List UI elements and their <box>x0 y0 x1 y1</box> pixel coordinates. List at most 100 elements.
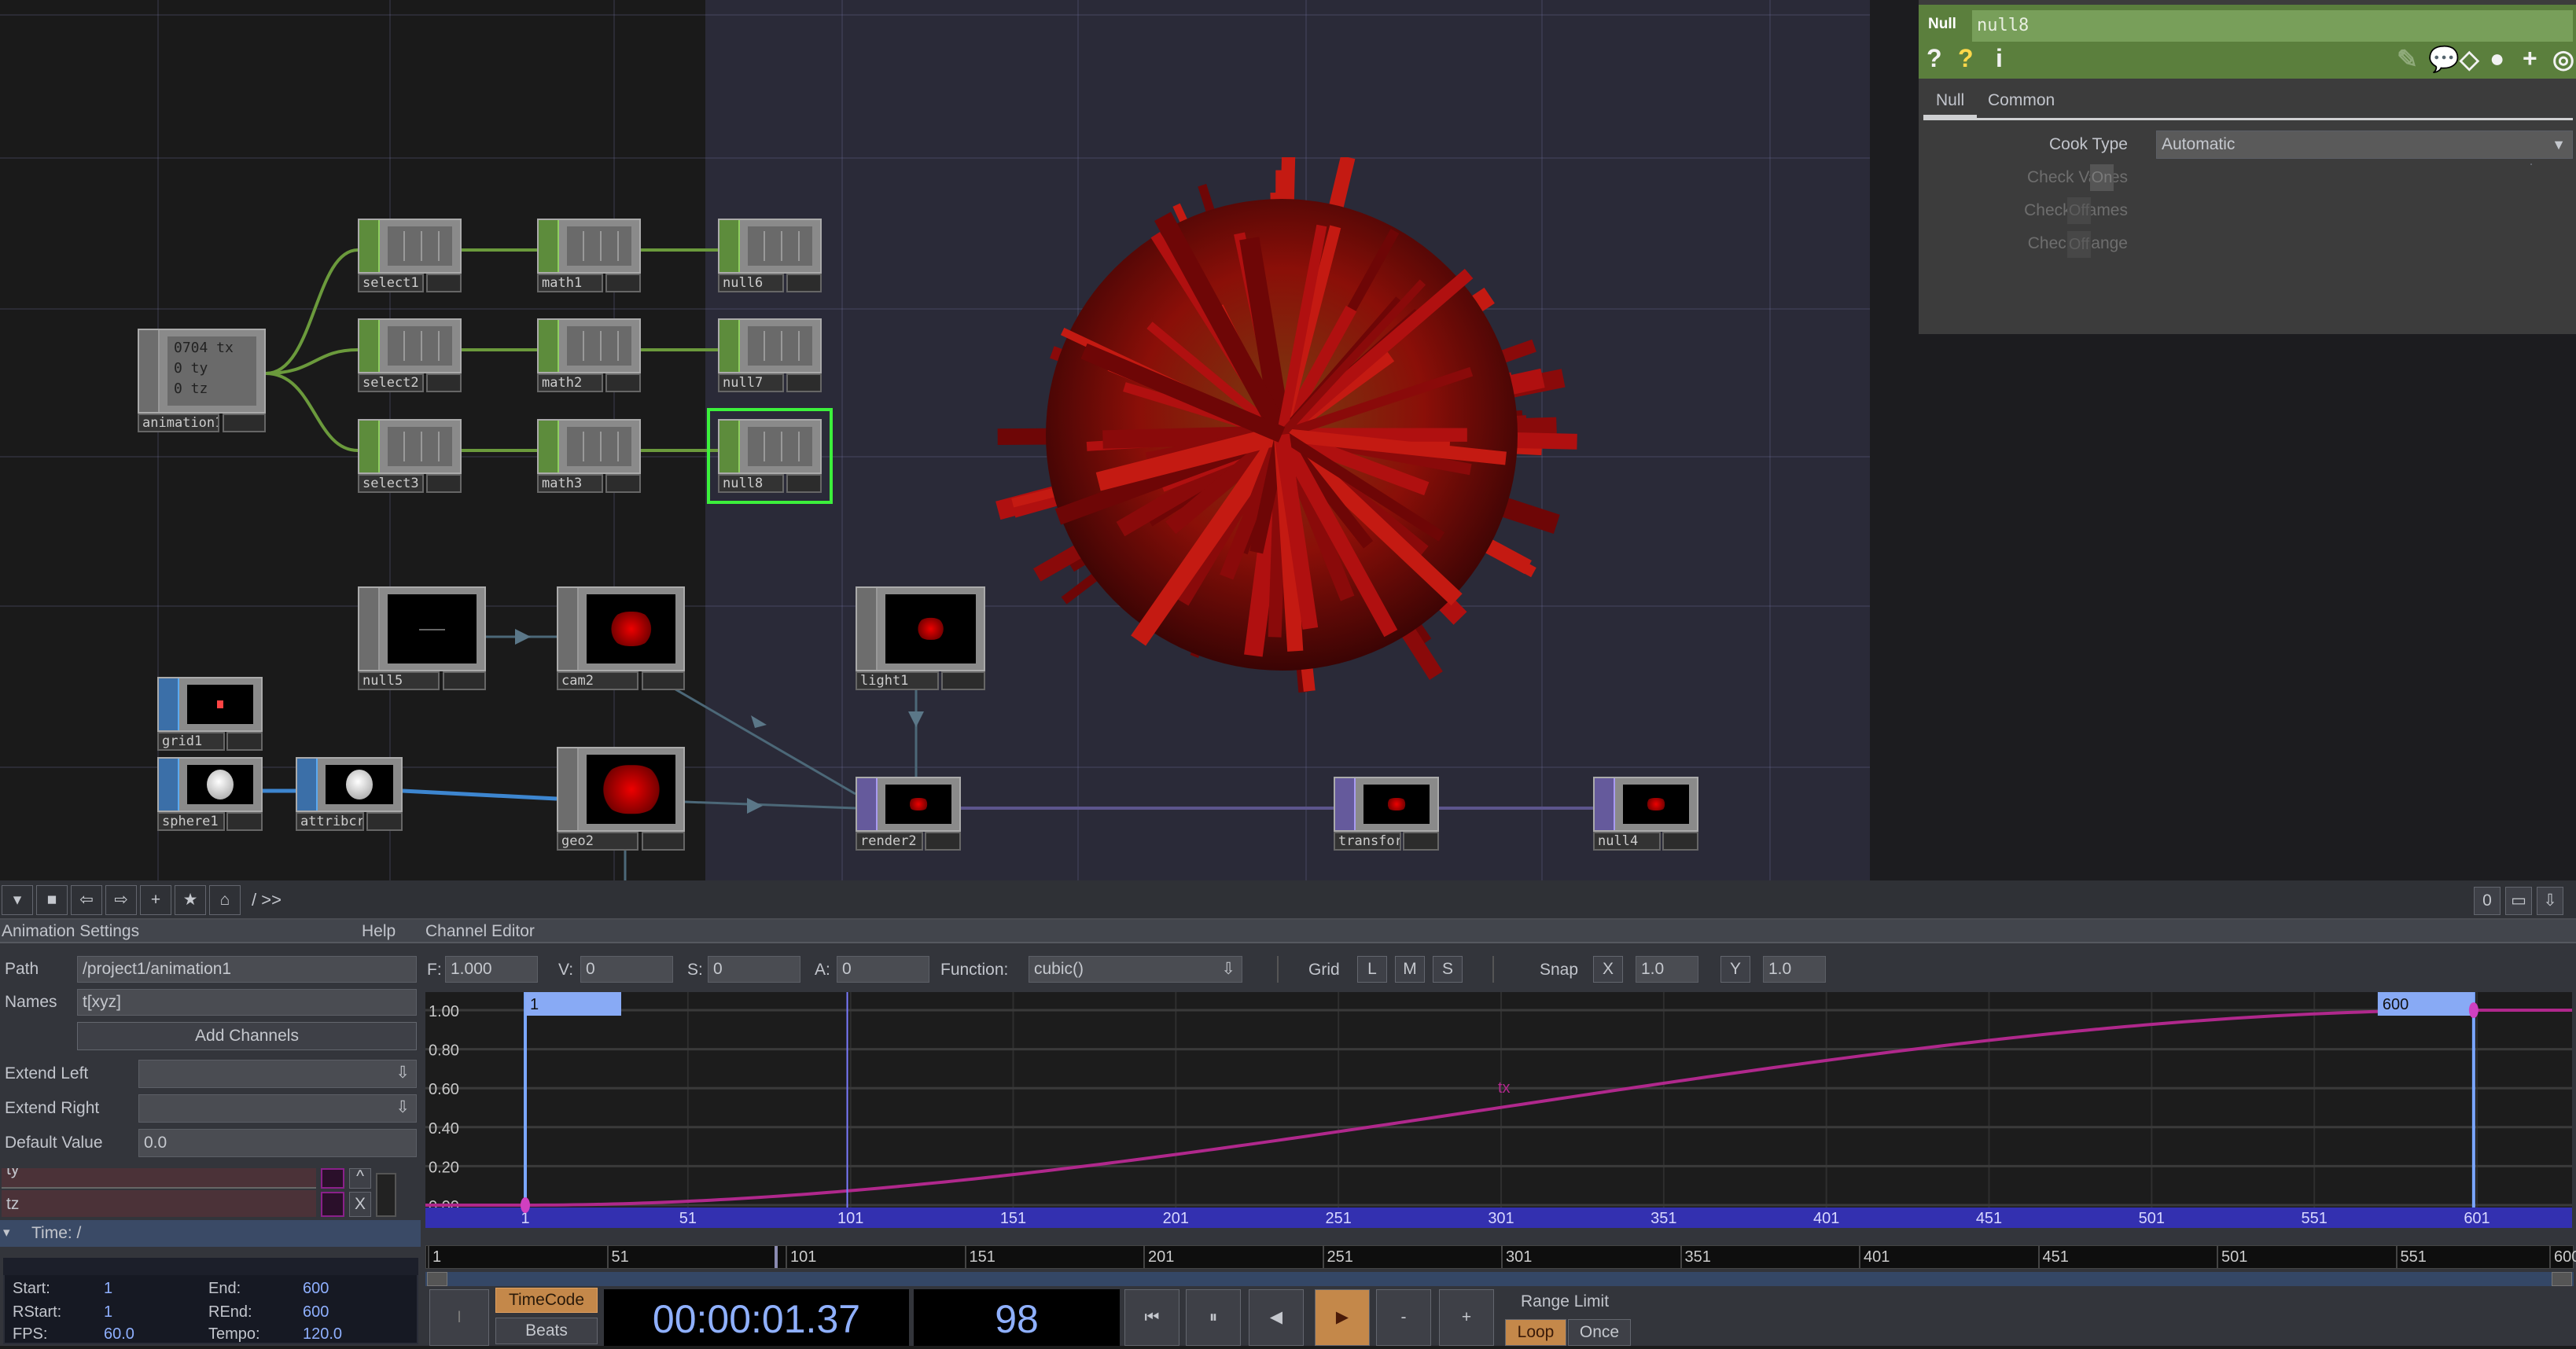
scrollbar-handle-right[interactable] <box>2552 1272 2572 1286</box>
node-flag-buttons[interactable] <box>366 812 403 831</box>
frame-display[interactable]: 98 <box>914 1289 1120 1346</box>
node-name-label[interactable]: null6 <box>718 274 785 292</box>
python-help-icon[interactable]: ? <box>1958 44 1974 73</box>
default-value-field[interactable]: 0.0 <box>138 1129 417 1157</box>
node-name-label[interactable]: transform2 <box>1334 832 1401 851</box>
keyframe-point[interactable] <box>521 1197 530 1213</box>
python-icon[interactable]: ● <box>2490 44 2504 73</box>
home-icon[interactable]: ⌂ <box>209 885 241 915</box>
edit-icon[interactable]: ✎ <box>2397 44 2418 74</box>
node-name-label[interactable]: math1 <box>537 274 604 292</box>
snap-y-button[interactable]: Y <box>1720 956 1750 983</box>
check-range-toggle[interactable]: Off <box>2067 231 2091 258</box>
viewer-icon[interactable]: ◎ <box>2552 44 2574 74</box>
timeline-ruler[interactable]: 1 51 101 151 201 251 301 351 401 451 501 551 600 <box>425 1245 2576 1269</box>
node-name-label[interactable]: math3 <box>537 474 604 493</box>
node-transform2[interactable]: transform2 <box>1334 777 1439 851</box>
node-flag-buttons[interactable] <box>1662 832 1698 851</box>
check-values-toggle[interactable]: On <box>2090 164 2114 191</box>
node-select2[interactable]: select2 <box>358 318 462 392</box>
menu-icon[interactable]: ▾ <box>2 885 33 915</box>
node-name-label[interactable]: select1 <box>358 274 425 292</box>
node-render2[interactable]: render2 <box>856 777 961 851</box>
help-icon[interactable]: ? <box>1926 44 1942 73</box>
check-names-toggle[interactable]: Off <box>2067 197 2091 224</box>
end-value[interactable]: 600 <box>303 1280 329 1298</box>
node-flag-buttons[interactable] <box>641 832 685 851</box>
timeline-current-marker[interactable] <box>775 1246 778 1268</box>
path-field[interactable]: /project1/animation1 <box>77 956 417 983</box>
channel-row-ty[interactable]: ty <box>2 1168 316 1189</box>
node-flag-buttons[interactable] <box>641 671 685 690</box>
tab-common[interactable]: Common <box>1988 91 2055 110</box>
timeline-scrollbar[interactable] <box>425 1272 2574 1286</box>
step-back-one-button[interactable]: - <box>1376 1289 1431 1346</box>
comment-icon[interactable]: 💬 <box>2428 44 2460 74</box>
node-name-label[interactable]: select2 <box>358 373 425 392</box>
back-icon[interactable]: ⇦ <box>71 885 102 915</box>
keyframe-point[interactable] <box>2468 1002 2478 1018</box>
node-null6[interactable]: null6 <box>718 219 822 292</box>
node-name-label[interactable]: sphere1 <box>157 812 225 831</box>
node-flag-buttons[interactable] <box>426 373 462 392</box>
pane-zero-button[interactable]: 0 <box>2474 887 2501 915</box>
add-channels-button[interactable]: Add Channels <box>77 1022 417 1050</box>
node-name-label[interactable]: animation1 <box>138 414 220 432</box>
channel-color-swatch[interactable] <box>321 1168 344 1189</box>
extend-left-menu[interactable]: ⇩ <box>138 1060 417 1088</box>
tempo-value[interactable]: 120.0 <box>303 1325 342 1343</box>
accel-field[interactable]: 0 <box>837 956 929 983</box>
grid-large-button[interactable]: L <box>1357 956 1387 983</box>
node-name-label[interactable]: geo2 <box>557 832 639 851</box>
node-flag-buttons[interactable] <box>226 812 263 831</box>
help-link[interactable]: Help <box>362 922 396 941</box>
step-back-button[interactable]: ◀ <box>1249 1289 1304 1346</box>
snap-x-button[interactable]: X <box>1593 956 1623 983</box>
node-math1[interactable]: math1 <box>537 219 641 292</box>
node-light1[interactable]: light1 <box>856 586 985 690</box>
extend-right-menu[interactable]: ⇩ <box>138 1094 417 1123</box>
collapse-icon[interactable]: ▾ <box>3 1225 10 1241</box>
pane-path[interactable]: / >> <box>252 890 282 910</box>
time-path-row[interactable]: ▾ Time: / <box>0 1220 421 1247</box>
node-flag-buttons[interactable] <box>426 474 462 493</box>
node-name-label[interactable]: render2 <box>856 832 923 851</box>
node-null7[interactable]: null7 <box>718 318 822 392</box>
node-name-label[interactable]: select3 <box>358 474 425 493</box>
forward-icon[interactable]: ⇨ <box>105 885 137 915</box>
node-name-label[interactable]: grid1 <box>157 732 225 751</box>
node-name-label[interactable]: null4 <box>1593 832 1661 851</box>
node-null5[interactable]: null5 <box>358 586 486 690</box>
node-name-field[interactable]: null8 <box>1972 10 2573 42</box>
node-attribcreate1[interactable]: attribcreate1 <box>296 757 403 831</box>
keyframe-flag[interactable] <box>525 992 621 1016</box>
pane-menu-button[interactable]: ⇩ <box>2537 887 2563 915</box>
cook-type-menu[interactable]: Automatic ▼ <box>2156 130 2573 159</box>
node-name-label[interactable]: light1 <box>856 671 939 690</box>
node-name-label[interactable]: attribcreate1 <box>296 812 365 831</box>
pane-maximize-button[interactable]: ▭ <box>2505 887 2532 915</box>
tab-null[interactable]: Null <box>1936 91 1964 110</box>
node-flag-buttons[interactable] <box>442 671 486 690</box>
node-sphere1[interactable]: sphere1 <box>157 757 263 831</box>
pause-button[interactable]: ⏸ <box>1186 1289 1241 1346</box>
beats-button[interactable]: Beats <box>495 1318 598 1344</box>
node-flag-buttons[interactable] <box>786 474 822 493</box>
node-cam2[interactable]: cam2 <box>557 586 685 690</box>
snap-x-field[interactable]: 1.0 <box>1636 956 1698 983</box>
info-icon[interactable]: i <box>1996 44 2003 73</box>
channel-row-tz[interactable]: tz <box>2 1190 316 1217</box>
node-geo2[interactable]: geo2 <box>557 747 685 851</box>
channel-color-swatch[interactable] <box>321 1192 344 1217</box>
scrollbar-handle-left[interactable] <box>427 1272 447 1286</box>
node-animation1[interactable]: 0704 tx 0 ty 0 tz animation1 <box>138 329 266 432</box>
node-flag-buttons[interactable] <box>222 414 266 432</box>
node-flag-buttons[interactable] <box>605 474 641 493</box>
node-name-label[interactable]: math2 <box>537 373 604 392</box>
once-button[interactable]: Once <box>1568 1319 1631 1346</box>
grid-medium-button[interactable]: M <box>1395 956 1425 983</box>
rstart-value[interactable]: 1 <box>104 1303 112 1321</box>
value-field[interactable]: 0 <box>580 956 673 983</box>
node-flag-buttons[interactable] <box>1403 832 1439 851</box>
grid-small-button[interactable]: S <box>1433 956 1463 983</box>
